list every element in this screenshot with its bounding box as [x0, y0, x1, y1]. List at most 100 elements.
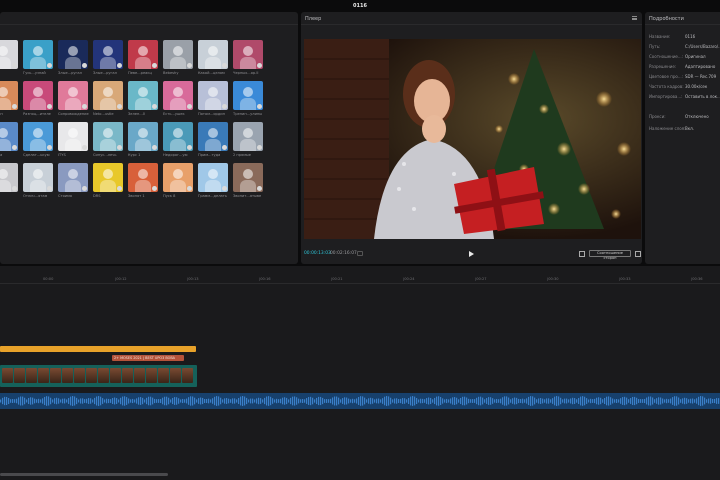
media-item[interactable]: ...зная	[0, 163, 18, 198]
media-item[interactable]: 2 прямые	[233, 122, 263, 157]
media-thumbnail[interactable]	[0, 122, 18, 151]
add-to-timeline-icon[interactable]	[187, 104, 192, 109]
add-to-timeline-icon[interactable]	[12, 186, 17, 191]
add-to-timeline-icon[interactable]	[187, 63, 192, 68]
timecode-format-icon[interactable]	[357, 251, 363, 256]
media-thumbnail[interactable]	[233, 40, 263, 69]
aspect-ratio-button[interactable]: Соотношение сторон	[589, 250, 631, 260]
add-to-timeline-icon[interactable]	[117, 186, 122, 191]
media-item[interactable]: Прим...туда	[198, 122, 228, 157]
media-thumbnail[interactable]	[0, 163, 18, 192]
media-item[interactable]: Разноц...ителе	[23, 81, 53, 116]
add-to-timeline-icon[interactable]	[152, 104, 157, 109]
add-to-timeline-icon[interactable]	[257, 104, 262, 109]
media-item[interactable]: ...вилон	[0, 81, 18, 116]
media-thumbnail[interactable]	[163, 122, 193, 151]
media-thumbnail[interactable]	[23, 40, 53, 69]
media-thumbnail[interactable]	[93, 81, 123, 110]
timeline-scrollbar[interactable]	[0, 473, 168, 476]
media-item[interactable]: ITYS	[58, 122, 88, 157]
media-item[interactable]: Сделат...ькую	[23, 122, 53, 157]
media-item[interactable]: Злые...ругал	[93, 40, 123, 75]
add-to-timeline-icon[interactable]	[222, 186, 227, 191]
media-thumbnail[interactable]	[128, 40, 158, 69]
add-to-timeline-icon[interactable]	[12, 145, 17, 150]
media-thumbnail[interactable]	[58, 40, 88, 69]
media-item[interactable]: Отлич...ятам	[23, 163, 53, 198]
add-to-timeline-icon[interactable]	[222, 145, 227, 150]
add-to-timeline-icon[interactable]	[257, 145, 262, 150]
media-thumbnail[interactable]	[233, 122, 263, 151]
add-to-timeline-icon[interactable]	[222, 63, 227, 68]
media-item[interactable]: Курс 1	[128, 122, 158, 157]
media-item[interactable]: Звонят 1	[128, 163, 158, 198]
add-to-timeline-icon[interactable]	[82, 63, 87, 68]
media-item[interactable]: Сопровождение	[58, 81, 89, 116]
add-to-timeline-icon[interactable]	[117, 145, 122, 150]
media-thumbnail[interactable]	[198, 163, 228, 192]
media-item[interactable]: ...зарна	[0, 122, 18, 157]
add-to-timeline-icon[interactable]	[47, 186, 52, 191]
media-thumbnail[interactable]	[23, 163, 53, 192]
media-item[interactable]: Какой...целом	[198, 40, 228, 75]
add-to-timeline-icon[interactable]	[82, 104, 87, 109]
add-to-timeline-icon[interactable]	[117, 63, 122, 68]
video-preview[interactable]	[304, 39, 641, 239]
add-to-timeline-icon[interactable]	[187, 145, 192, 150]
media-item[interactable]: Черных...ор.II	[233, 40, 263, 75]
media-thumbnail[interactable]	[128, 122, 158, 151]
fullscreen-icon[interactable]	[635, 251, 641, 257]
media-item[interactable]: Звонит...ятыве	[233, 163, 263, 198]
add-to-timeline-icon[interactable]	[257, 63, 262, 68]
media-thumbnail[interactable]	[23, 81, 53, 110]
add-to-timeline-icon[interactable]	[152, 145, 157, 150]
media-item[interactable]: Певе...реакц	[128, 40, 158, 75]
media-thumbnail[interactable]	[0, 81, 18, 110]
music-clip[interactable]: 2+ MOSES 2021 | BEST UPO3 ВОВА	[112, 355, 184, 361]
media-item[interactable]: Bebeshy	[163, 40, 193, 75]
media-item[interactable]: Грамм...делать	[198, 163, 228, 198]
media-thumbnail[interactable]	[0, 40, 18, 69]
media-item[interactable]: Стоимо	[58, 163, 88, 198]
add-to-timeline-icon[interactable]	[82, 145, 87, 150]
media-thumbnail[interactable]	[93, 40, 123, 69]
media-item[interactable]: Потом...ордин	[198, 81, 228, 116]
add-to-timeline-icon[interactable]	[222, 104, 227, 109]
media-thumbnail[interactable]	[23, 122, 53, 151]
media-thumbnail[interactable]	[163, 163, 193, 192]
add-to-timeline-icon[interactable]	[187, 186, 192, 191]
media-thumbnail[interactable]	[128, 81, 158, 110]
add-to-timeline-icon[interactable]	[12, 63, 17, 68]
media-thumbnail[interactable]	[93, 122, 123, 151]
media-thumbnail[interactable]	[233, 163, 263, 192]
media-item[interactable]: Есть...ушек	[163, 81, 193, 116]
media-thumbnail[interactable]	[128, 163, 158, 192]
media-thumbnail[interactable]	[163, 81, 193, 110]
media-item[interactable]	[0, 40, 18, 69]
media-thumbnail[interactable]	[198, 122, 228, 151]
add-to-timeline-icon[interactable]	[47, 104, 52, 109]
media-item[interactable]: Neto...ustle	[93, 81, 123, 116]
add-to-timeline-icon[interactable]	[47, 63, 52, 68]
hamburger-menu-icon[interactable]	[632, 16, 637, 20]
media-thumbnail[interactable]	[163, 40, 193, 69]
overlay-track-clip[interactable]	[0, 346, 196, 352]
media-item[interactable]: DRS	[93, 163, 123, 198]
media-item[interactable]: Недорог...ую	[163, 122, 193, 157]
add-to-timeline-icon[interactable]	[152, 186, 157, 191]
play-icon[interactable]	[469, 251, 474, 257]
media-thumbnail[interactable]	[93, 163, 123, 192]
media-thumbnail[interactable]	[198, 40, 228, 69]
media-thumbnail[interactable]	[58, 81, 88, 110]
add-to-timeline-icon[interactable]	[117, 104, 122, 109]
media-thumbnail[interactable]	[233, 81, 263, 110]
media-item[interactable]: Злые...ругал	[58, 40, 88, 75]
fit-screen-icon[interactable]	[579, 251, 585, 257]
media-item[interactable]: Синус...лечь	[93, 122, 123, 157]
media-thumbnail[interactable]	[58, 163, 88, 192]
audio-track[interactable]	[0, 393, 720, 409]
media-item[interactable]: Гусь...узнай	[23, 40, 53, 75]
add-to-timeline-icon[interactable]	[47, 145, 52, 150]
add-to-timeline-icon[interactable]	[82, 186, 87, 191]
media-item[interactable]: Пуск 8	[163, 163, 193, 198]
